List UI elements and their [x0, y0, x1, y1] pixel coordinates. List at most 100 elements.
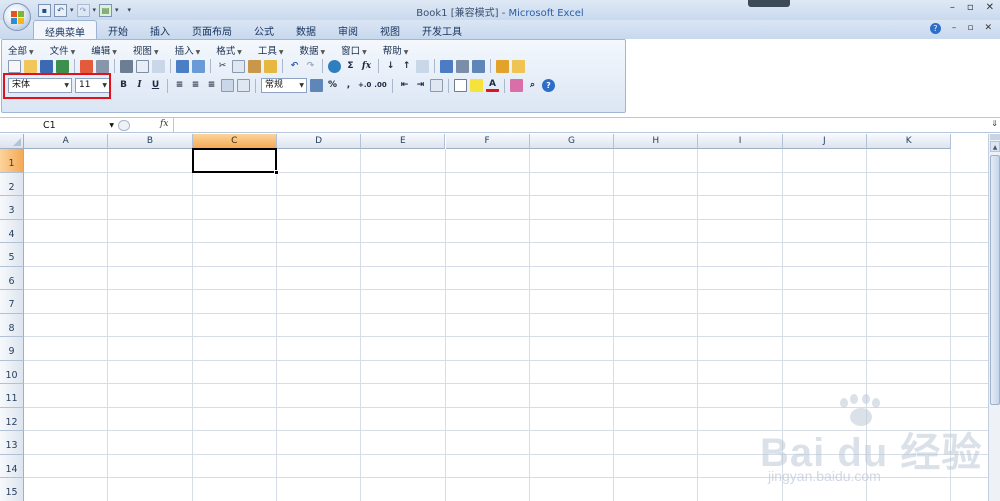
row-header-15[interactable]: 15	[0, 478, 24, 501]
borders-icon[interactable]	[454, 79, 467, 92]
office-button[interactable]	[3, 3, 31, 31]
column-header-j[interactable]: J	[782, 134, 867, 149]
align-left-icon[interactable]: ≡	[173, 79, 186, 92]
select-all-corner[interactable]	[0, 134, 24, 149]
print-setup-icon[interactable]	[96, 59, 109, 73]
align-right-icon[interactable]: ≡	[205, 79, 218, 92]
column-header-g[interactable]: G	[529, 134, 615, 149]
vertical-scrollbar[interactable]: ▲	[988, 134, 1000, 501]
folder-icon[interactable]	[512, 59, 525, 73]
undo-icon[interactable]: ↶	[288, 60, 301, 73]
doc-restore-icon[interactable]: ▫	[967, 23, 973, 34]
tab-data[interactable]: 数据	[285, 20, 327, 39]
number-format-select[interactable]: 常规 ▼	[261, 78, 307, 93]
insert-function-icon[interactable]: fx	[360, 60, 373, 73]
column-header-b[interactable]: B	[108, 134, 193, 149]
tab-formulas[interactable]: 公式	[243, 20, 285, 39]
help-icon[interactable]: ?	[542, 79, 555, 92]
row-header-4[interactable]: 4	[0, 219, 24, 243]
menu-insert[interactable]: 插入 ▼	[175, 43, 201, 57]
fill-color-icon[interactable]	[470, 79, 483, 92]
increase-decimal-icon[interactable]: +.0	[358, 79, 371, 92]
formula-cancel-icon[interactable]	[118, 120, 130, 131]
formula-input[interactable]	[173, 118, 987, 132]
menu-edit[interactable]: 编辑 ▼	[91, 43, 117, 57]
format-painter-icon[interactable]	[264, 59, 277, 73]
column-header-f[interactable]: F	[445, 134, 530, 149]
worksheet-grid[interactable]: A B C D E F G H I J K 1 2 3 4 5 6 7 8 9 10 11 12 13 14 15	[0, 134, 988, 501]
grid-toggle-icon[interactable]	[472, 59, 485, 73]
fill-handle[interactable]	[273, 169, 279, 175]
row-header-14[interactable]: 14	[0, 454, 24, 478]
merge-center-icon[interactable]	[221, 79, 234, 92]
save-icon[interactable]	[40, 59, 53, 73]
row-header-8[interactable]: 8	[0, 313, 24, 337]
active-cell[interactable]	[191, 148, 277, 173]
insert-function-button[interactable]: fx	[160, 119, 168, 129]
paste-icon[interactable]	[248, 59, 261, 73]
wrap-text-icon[interactable]	[237, 79, 250, 92]
column-header-k[interactable]: K	[867, 134, 952, 149]
close-icon[interactable]: ✕	[986, 2, 994, 13]
row-header-2[interactable]: 2	[0, 172, 24, 196]
column-header-d[interactable]: D	[276, 134, 362, 149]
align-center-icon[interactable]: ≡	[189, 79, 202, 92]
print-icon[interactable]	[120, 59, 133, 73]
column-header-e[interactable]: E	[361, 134, 446, 149]
menu-data[interactable]: 数据 ▼	[299, 43, 325, 57]
tab-home[interactable]: 开始	[97, 20, 139, 39]
new-icon[interactable]	[8, 59, 21, 73]
macro-icon[interactable]	[496, 59, 509, 73]
expand-formula-icon[interactable]: ⇓	[991, 119, 998, 128]
menu-window[interactable]: 窗口 ▼	[341, 43, 367, 57]
column-header-c[interactable]: C	[192, 134, 277, 149]
name-box[interactable]: C1 ▼	[1, 119, 117, 132]
row-header-13[interactable]: 13	[0, 431, 24, 455]
menu-format[interactable]: 格式 ▼	[216, 43, 242, 57]
hyperlink-icon[interactable]	[328, 59, 341, 73]
row-header-10[interactable]: 10	[0, 360, 24, 384]
doc-minimize-icon[interactable]: –	[952, 23, 957, 34]
italic-button[interactable]: I	[133, 79, 146, 92]
autosum-icon[interactable]: Σ	[344, 60, 357, 73]
scroll-thumb[interactable]	[990, 155, 1000, 405]
row-header-7[interactable]: 7	[0, 290, 24, 314]
cut-icon[interactable]: ✂	[216, 60, 229, 73]
column-header-a[interactable]: A	[24, 134, 109, 149]
text-direction-icon[interactable]	[430, 79, 443, 92]
split-box[interactable]	[990, 134, 1000, 140]
maximize-icon[interactable]: ▫	[967, 2, 974, 13]
currency-icon[interactable]	[310, 79, 323, 92]
percent-button[interactable]: %	[326, 79, 339, 92]
column-header-h[interactable]: H	[614, 134, 699, 149]
bold-button[interactable]: B	[117, 79, 130, 92]
tab-insert[interactable]: 插入	[139, 20, 181, 39]
font-color-icon[interactable]: A	[486, 79, 499, 92]
research-icon[interactable]	[152, 59, 165, 73]
help-icon[interactable]: ?	[929, 23, 941, 34]
doc-close-icon[interactable]: ✕	[984, 23, 992, 34]
menu-view[interactable]: 视图 ▼	[133, 43, 159, 57]
row-header-1[interactable]: 1	[0, 149, 24, 173]
column-header-i[interactable]: I	[698, 134, 783, 149]
tab-developer[interactable]: 开发工具	[411, 20, 473, 39]
print-preview-icon[interactable]	[136, 59, 149, 73]
sort-ascending-icon[interactable]: ↓	[384, 60, 397, 73]
underline-button[interactable]: U	[149, 79, 162, 92]
copy-icon[interactable]	[232, 59, 245, 73]
row-header-5[interactable]: 5	[0, 243, 24, 267]
drawing-icon[interactable]	[456, 59, 469, 73]
zoom-icon[interactable]: ⌕	[526, 79, 539, 92]
menu-tools[interactable]: 工具 ▼	[258, 43, 284, 57]
redo-icon[interactable]: ↷	[304, 60, 317, 73]
increase-indent-icon[interactable]: ⇥	[414, 79, 427, 92]
row-header-12[interactable]: 12	[0, 407, 24, 431]
decrease-indent-icon[interactable]: ⇤	[398, 79, 411, 92]
decrease-decimal-icon[interactable]: .00	[374, 79, 387, 92]
styles-icon[interactable]	[510, 79, 523, 92]
filter-icon[interactable]	[416, 59, 429, 73]
pdf-icon[interactable]	[80, 59, 93, 73]
tab-classic-menu[interactable]: 经典菜单	[33, 20, 97, 39]
tab-view[interactable]: 视图	[369, 20, 411, 39]
chart-icon[interactable]	[440, 59, 453, 73]
